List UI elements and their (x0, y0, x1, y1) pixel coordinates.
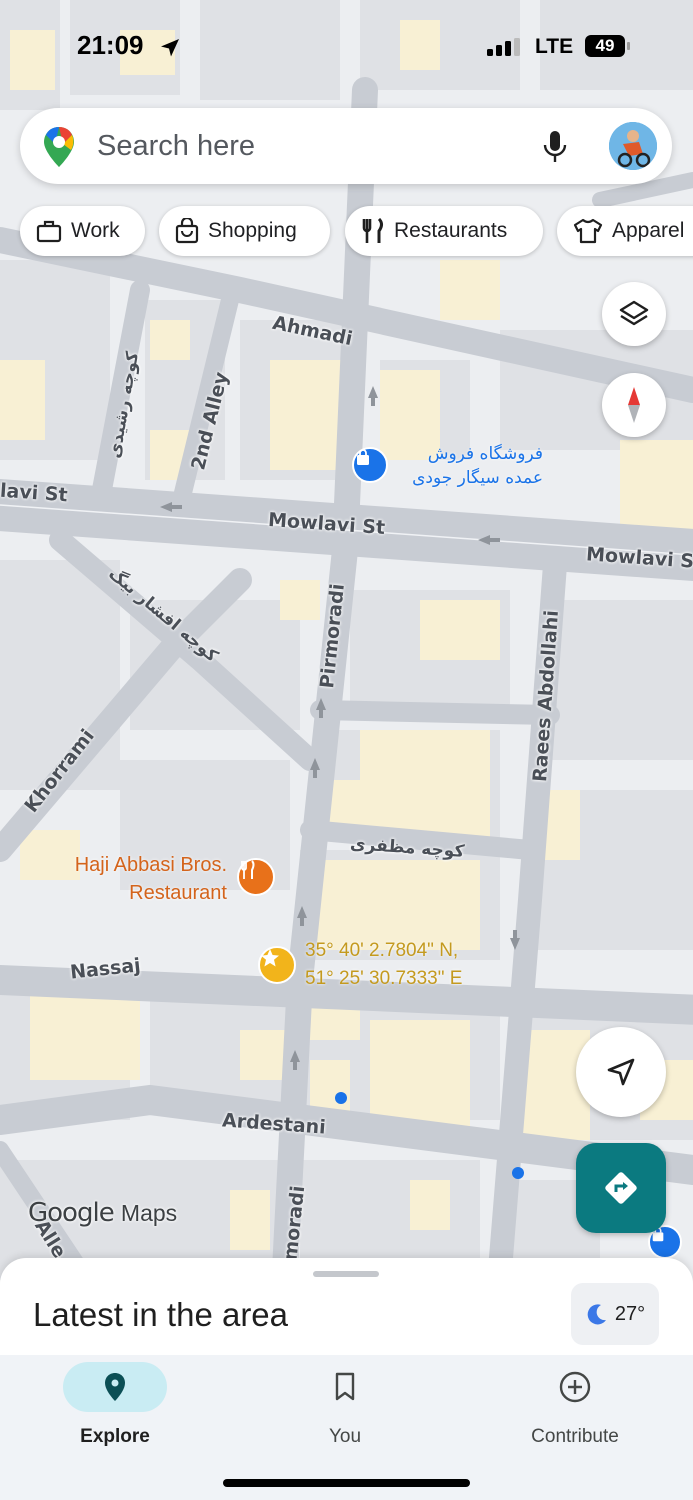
poi-restaurant-label[interactable]: Haji Abbasi Bros. Restaurant (55, 851, 227, 907)
shopping-bag-icon (357, 449, 369, 465)
chip-label: Restaurants (394, 219, 508, 242)
layers-button[interactable] (602, 282, 666, 346)
category-chips: Work Shopping Restaurants Apparel (20, 206, 693, 258)
shopping-bag-icon (175, 218, 199, 244)
starred-pin-marker[interactable] (258, 946, 296, 984)
battery-tip (627, 42, 630, 50)
location-pin-icon (105, 1373, 125, 1401)
avatar[interactable] (609, 122, 657, 170)
search-input[interactable]: Search here (97, 130, 255, 163)
layers-icon (619, 300, 649, 326)
poi-shopping-marker[interactable] (352, 447, 388, 483)
status-bar: 21:09 LTE 49 (0, 0, 693, 90)
chip-apparel[interactable]: Apparel (557, 206, 693, 256)
compass-icon (628, 387, 640, 423)
signal-icon (487, 38, 520, 56)
battery-indicator: 49 (585, 35, 625, 57)
nav-label: Contribute (531, 1426, 619, 1447)
poi-shopping-label[interactable]: فروشگاه فروش عمده سیگار جودی (393, 442, 543, 490)
maps-wordmark: Maps (120, 1200, 178, 1226)
nav-contribute[interactable]: Contribute (475, 1355, 675, 1448)
moon-icon (587, 1304, 606, 1325)
home-indicator (223, 1479, 470, 1487)
google-maps-attribution: Google Maps (28, 1197, 177, 1228)
compass-button[interactable] (602, 373, 666, 437)
nav-label: You (328, 1426, 362, 1447)
google-maps-pin-icon (44, 127, 74, 167)
pin-coordinates[interactable]: 35° 40' 2.7804" N, 51° 25' 30.7333" E (305, 937, 462, 993)
chip-label: Shopping (208, 219, 297, 242)
weather-chip[interactable]: 27° (571, 1283, 659, 1345)
fork-knife-icon (241, 860, 255, 879)
poi-restaurant-marker[interactable] (237, 858, 275, 896)
street-label: lavi St (0, 479, 69, 507)
bottom-sheet[interactable]: Latest in the area 27° (0, 1258, 693, 1358)
microphone-icon[interactable] (542, 130, 568, 164)
chip-label: Apparel (612, 219, 685, 242)
add-circle-icon (559, 1371, 591, 1403)
sheet-drag-handle[interactable] (313, 1271, 379, 1277)
carrier-label: LTE (535, 35, 574, 58)
nav-label: Explore (80, 1426, 150, 1447)
briefcase-icon (36, 220, 62, 243)
fork-knife-icon (362, 218, 383, 243)
nav-explore-pill (63, 1362, 167, 1412)
nav-contribute-pill (523, 1362, 627, 1412)
search-bar[interactable]: Search here (20, 108, 672, 184)
chip-shopping[interactable]: Shopping (159, 206, 330, 256)
chip-label: Work (71, 219, 120, 242)
pin-longitude: 51° 25' 30.7333" E (305, 968, 463, 989)
pin-latitude: 35° 40' 2.7804" N, (305, 940, 459, 961)
chip-restaurants[interactable]: Restaurants (345, 206, 543, 256)
star-icon (261, 949, 279, 967)
shirt-icon (573, 218, 603, 244)
temperature: 27° (614, 1302, 646, 1325)
navigation-arrow-icon (607, 1058, 635, 1086)
directions-button[interactable] (576, 1143, 666, 1233)
bookmark-icon (335, 1372, 355, 1401)
status-time: 21:09 (77, 30, 144, 60)
avatar-image (609, 122, 657, 170)
nav-you-pill (293, 1362, 397, 1412)
sheet-title: Latest in the area (33, 1296, 289, 1333)
google-wordmark: Google (28, 1198, 115, 1228)
chip-work[interactable]: Work (20, 206, 145, 256)
nav-explore[interactable]: Explore (15, 1355, 215, 1448)
directions-icon (605, 1172, 637, 1204)
nav-you[interactable]: You (245, 1355, 445, 1448)
my-location-button[interactable] (576, 1027, 666, 1117)
location-arrow-icon (161, 39, 179, 57)
